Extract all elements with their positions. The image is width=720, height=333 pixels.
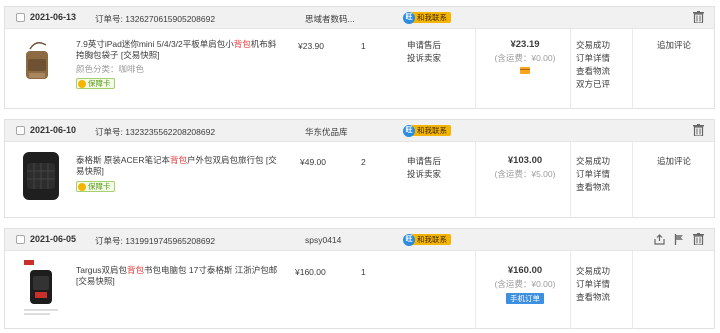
complain-seller-link[interactable]: 投诉卖家 [407, 168, 441, 181]
guarantee-icon [78, 182, 86, 191]
order-header: 2021-06-10 订单号: 1323235562208208692 华东优品… [5, 120, 714, 142]
quantity: 1 [361, 41, 366, 51]
order-status-links: 交易成功 订单详情 查看物流 [576, 265, 610, 304]
trade-success-status: 交易成功 [576, 40, 611, 50]
order-select-checkbox[interactable] [16, 126, 25, 135]
order-item-row: Targus双肩包背包书包电脑包 17寸泰格斯 江浙沪包邮 [交易快照] ¥16… [5, 251, 714, 329]
flag-icon[interactable] [674, 233, 684, 245]
divider [632, 251, 633, 329]
quantity: 2 [361, 157, 366, 167]
service-links: 申请售后 投诉卖家 [407, 155, 441, 181]
product-thumbnail[interactable] [16, 149, 66, 204]
order-total: ¥160.00 (含运费：¥0.00) 手机订单 [484, 265, 566, 304]
unit-price: ¥49.00 [300, 157, 326, 167]
product-title-link[interactable]: 泰格斯 原装ACER笔记本背包户外包双肩包旅行包 [交易快照] [76, 155, 284, 177]
order-number: 订单号: 1323235562208208692 [95, 127, 216, 137]
service-links: 申请售后 投诉卖家 [407, 39, 441, 65]
order-item-row: 7.9英寸iPad迷你mini 5/4/3/2平板单肩包小背包机布斜挎胸包袋子 … [5, 29, 714, 109]
order-select-checkbox[interactable] [16, 235, 25, 244]
view-logistics-link[interactable]: 查看物流 [576, 181, 610, 194]
divider [475, 29, 476, 109]
trash-icon[interactable] [693, 124, 704, 136]
divider [475, 251, 476, 329]
chat-bubble-icon: 旺 [403, 233, 415, 246]
order-date: 2021-06-05 [30, 234, 77, 244]
shop-name-link[interactable]: 华东优品库 [305, 126, 348, 138]
contact-seller-button[interactable]: 旺 和我联系 [403, 233, 451, 246]
divider [632, 142, 633, 218]
divider [570, 29, 571, 109]
shop-name-link[interactable]: 思域者数码... [305, 13, 355, 25]
order-detail-link[interactable]: 订单详情 [576, 278, 610, 291]
shipping-fee: (含运费：¥0.00) [494, 53, 556, 63]
divider [475, 142, 476, 218]
order-card: 2021-06-13 订单号: 1326270615905208692 思域者数… [4, 6, 715, 109]
chat-bubble-icon: 旺 [403, 11, 415, 24]
divider [570, 142, 571, 218]
mobile-order-badge: 手机订单 [506, 293, 544, 304]
order-header: 2021-06-05 订单号: 1319919745965208692 spsy… [5, 229, 714, 251]
credit-card-icon [520, 67, 530, 74]
order-card: 2021-06-10 订单号: 1323235562208208692 华东优品… [4, 119, 715, 218]
order-select-checkbox[interactable] [16, 13, 25, 22]
contact-seller-button[interactable]: 旺 和我联系 [403, 124, 451, 137]
shop-name-link[interactable]: spsy0414 [305, 235, 341, 245]
guarantee-badge[interactable]: 保障卡 [76, 78, 115, 89]
quantity: 1 [361, 267, 366, 277]
both-rated-status: 双方已评 [576, 79, 611, 89]
order-header: 2021-06-13 订单号: 1326270615905208692 思域者数… [5, 7, 714, 29]
shipping-fee: (含运费：¥5.00) [494, 169, 556, 179]
apply-after-sale-link[interactable]: 申请售后 [407, 39, 441, 52]
trash-icon[interactable] [693, 11, 704, 23]
product-thumbnail[interactable] [16, 35, 66, 90]
contact-seller-button[interactable]: 旺 和我联系 [403, 11, 451, 24]
trade-success-status: 交易成功 [576, 156, 611, 166]
order-status-links: 交易成功 订单详情 查看物流 [576, 155, 610, 194]
guarantee-icon [78, 79, 86, 88]
complain-seller-link[interactable]: 投诉卖家 [407, 52, 441, 65]
total-amount: ¥160.00 [507, 265, 543, 276]
product-sku: 颜色分类：咖啡色 [76, 64, 145, 74]
guarantee-badge[interactable]: 保障卡 [76, 181, 115, 192]
trash-icon[interactable] [693, 233, 704, 245]
order-item-row: 泰格斯 原装ACER笔记本背包户外包双肩包旅行包 [交易快照] 保障卡 ¥49.… [5, 142, 714, 218]
order-total: ¥23.19 (含运费：¥0.00) [484, 39, 566, 76]
order-number: 订单号: 1326270615905208692 [95, 14, 216, 24]
product-title-link[interactable]: 7.9英寸iPad迷你mini 5/4/3/2平板单肩包小背包机布斜挎胸包袋子 … [76, 39, 284, 61]
order-detail-link[interactable]: 订单详情 [576, 52, 610, 65]
divider [570, 251, 571, 329]
add-review-link[interactable]: 追加评论 [657, 155, 691, 167]
product-title-link[interactable]: Targus双肩包背包书包电脑包 17寸泰格斯 江浙沪包邮 [交易快照] [76, 265, 284, 287]
unit-price: ¥160.00 [295, 267, 326, 277]
unit-price: ¥23.90 [298, 41, 324, 51]
share-icon[interactable] [654, 233, 665, 245]
order-detail-link[interactable]: 订单详情 [576, 168, 610, 181]
chat-bubble-icon: 旺 [403, 124, 415, 137]
view-logistics-link[interactable]: 查看物流 [576, 65, 610, 78]
order-date: 2021-06-13 [30, 12, 77, 22]
apply-after-sale-link[interactable]: 申请售后 [407, 155, 441, 168]
shipping-fee: (含运费：¥0.00) [494, 279, 556, 289]
total-amount: ¥103.00 [507, 155, 543, 166]
order-number: 订单号: 1319919745965208692 [95, 236, 216, 246]
order-card: 2021-06-05 订单号: 1319919745965208692 spsy… [4, 228, 715, 329]
order-total: ¥103.00 (含运费：¥5.00) [484, 155, 566, 180]
divider [632, 29, 633, 109]
view-logistics-link[interactable]: 查看物流 [576, 291, 610, 304]
total-amount: ¥23.19 [510, 39, 540, 50]
trade-success-status: 交易成功 [576, 266, 611, 276]
add-review-link[interactable]: 追加评论 [657, 39, 691, 51]
product-thumbnail[interactable] [16, 257, 66, 319]
order-status-links: 交易成功 订单详情 查看物流 双方已评 [576, 39, 610, 91]
order-date: 2021-06-10 [30, 125, 77, 135]
